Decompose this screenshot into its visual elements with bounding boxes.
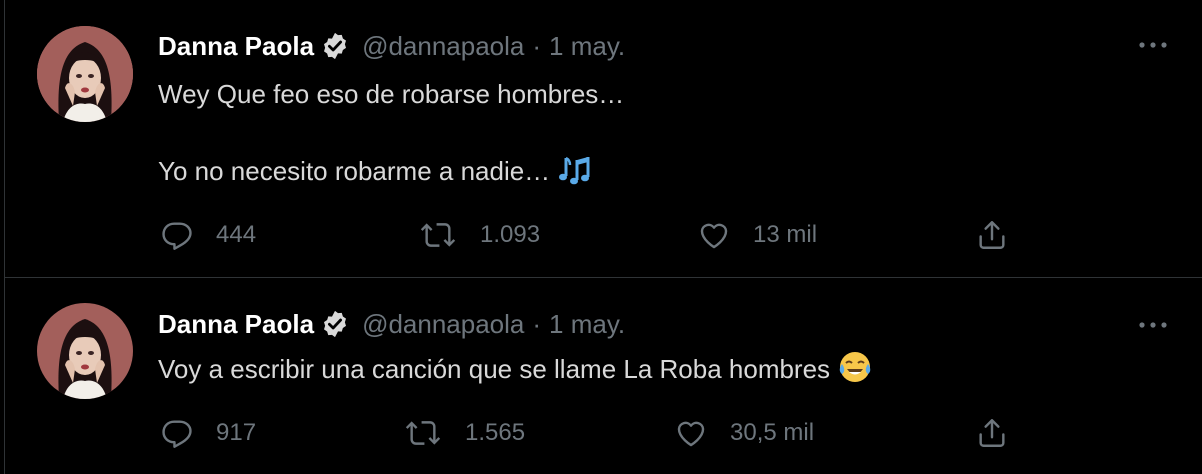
- share-icon: [975, 416, 1009, 450]
- author-name[interactable]: Danna Paola: [158, 309, 314, 340]
- separator-dot: ·: [532, 30, 542, 61]
- tweet-text: Yo no necesito robarme a nadie…: [158, 156, 551, 186]
- tweet-header: Danna Paola @dannapaola · 1 may.: [158, 306, 625, 342]
- avatar[interactable]: [37, 26, 133, 122]
- reply-button[interactable]: 917: [160, 413, 256, 453]
- musical-notes-icon: [558, 154, 592, 196]
- verified-badge-icon: [320, 309, 350, 339]
- separator-dot: ·: [532, 308, 542, 339]
- tweet-text: Voy a escribir una canción que se llame …: [158, 354, 831, 384]
- reply-icon: [160, 416, 194, 450]
- reply-icon: [160, 218, 194, 252]
- share-icon: [975, 218, 1009, 252]
- share-button[interactable]: [975, 413, 1009, 453]
- like-count: 13 mil: [753, 221, 818, 248]
- heart-icon: [697, 218, 731, 252]
- author-handle[interactable]: @dannapaola: [362, 31, 524, 62]
- author-name[interactable]: Danna Paola: [158, 31, 314, 62]
- reply-button[interactable]: 444: [160, 215, 256, 255]
- tweet-text-line: Voy a escribir una canción que se llame …: [158, 350, 872, 394]
- tears-of-joy-face-icon: [838, 350, 872, 394]
- heart-icon: [674, 416, 708, 450]
- tweet-actions: 917 1.565 30,5 mil: [160, 413, 1020, 453]
- retweet-icon: [403, 416, 443, 450]
- tweet-date[interactable]: 1 may.: [549, 309, 625, 340]
- like-count: 30,5 mil: [730, 419, 815, 446]
- retweet-count: 1.093: [480, 221, 541, 248]
- share-button[interactable]: [975, 215, 1009, 255]
- retweet-icon: [418, 218, 458, 252]
- reply-count: 444: [216, 221, 257, 248]
- tweet-date[interactable]: 1 may.: [549, 31, 625, 62]
- reply-count: 917: [216, 419, 257, 446]
- verified-badge-icon: [320, 31, 350, 61]
- tweet[interactable]: Danna Paola @dannapaola · 1 may. Voy a e…: [5, 278, 1202, 474]
- tweet-header: Danna Paola @dannapaola · 1 may.: [158, 28, 625, 64]
- more-options-icon[interactable]: [1133, 310, 1173, 340]
- retweet-count: 1.565: [465, 419, 526, 446]
- tweet[interactable]: Danna Paola @dannapaola · 1 may. Wey Que…: [5, 0, 1202, 278]
- avatar[interactable]: [37, 303, 133, 399]
- more-options-icon[interactable]: [1133, 30, 1173, 60]
- like-button[interactable]: 13 mil: [697, 215, 817, 255]
- tweet-actions: 444 1.093 13 mil: [160, 215, 1020, 255]
- tweet-text-line: Wey Que feo eso de robarse hombres…: [158, 79, 625, 109]
- retweet-button[interactable]: 1.565: [403, 413, 525, 453]
- tweet-text-line: Yo no necesito robarme a nadie…: [158, 152, 592, 196]
- like-button[interactable]: 30,5 mil: [674, 413, 814, 453]
- author-handle[interactable]: @dannapaola: [362, 309, 524, 340]
- retweet-button[interactable]: 1.093: [418, 215, 540, 255]
